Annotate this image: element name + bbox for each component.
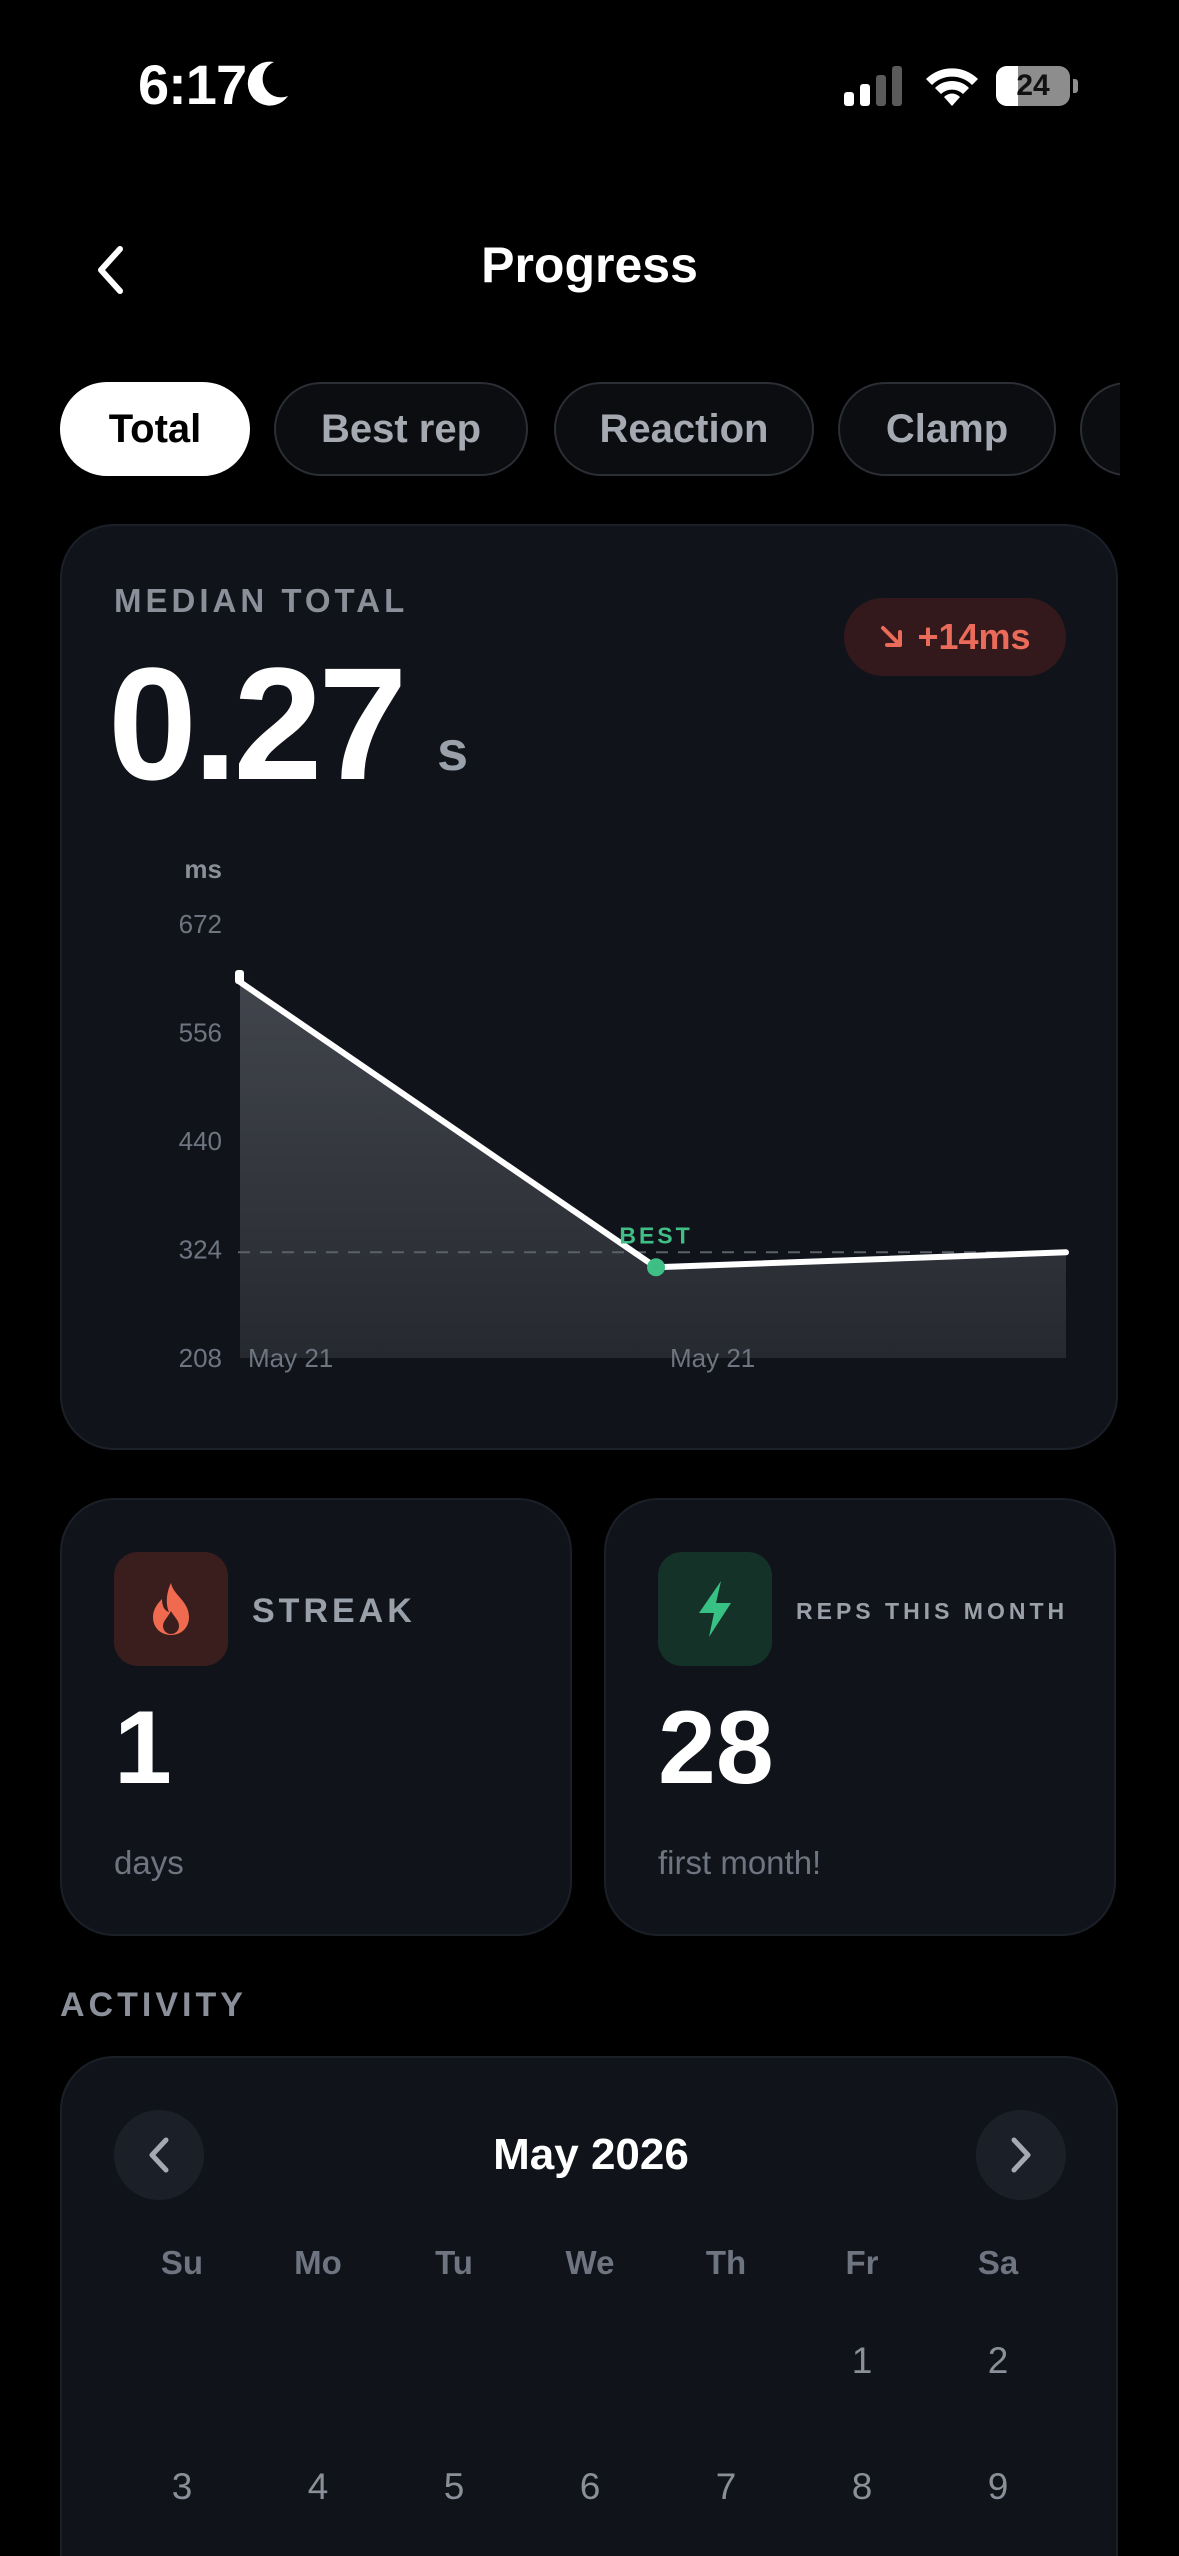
reps-sub: first month!: [658, 1844, 822, 1881]
y-tick-label: 672: [179, 909, 222, 939]
reps-card: REPS THIS MONTH 28 first month!: [604, 1498, 1116, 1936]
calendar-day[interactable]: 9: [930, 2424, 1066, 2550]
weekday-label: Su: [160, 2244, 204, 2281]
calendar-day[interactable]: 7: [658, 2424, 794, 2550]
y-axis-unit: ms: [184, 854, 222, 884]
status-bar: 6:17 24: [0, 0, 1179, 170]
calendar-empty-cell: [114, 2298, 250, 2424]
tab-more[interactable]: [1080, 382, 1120, 476]
calendar-empty-cell: [250, 2298, 386, 2424]
battery-level: 24: [1016, 69, 1050, 102]
next-month-button[interactable]: [976, 2110, 1066, 2200]
moon-icon: [247, 61, 288, 106]
streak-card: STREAK 1 days: [60, 1498, 572, 1936]
y-tick-label: 324: [179, 1235, 222, 1265]
start-point: [235, 969, 244, 984]
calendar-day[interactable]: 8: [794, 2424, 930, 2550]
tab-clamp[interactable]: Clamp: [838, 382, 1056, 476]
weekday-label: Mo: [294, 2244, 342, 2281]
weekday-label: We: [565, 2244, 615, 2281]
best-point: [647, 1258, 665, 1277]
wifi-icon: [926, 68, 978, 106]
calendar-month: May 2026: [493, 2130, 689, 2179]
streak-title: STREAK: [252, 1592, 416, 1630]
y-tick-label: 440: [179, 1126, 222, 1156]
status-time: 6:17: [138, 53, 247, 116]
calendar-empty-cell: [658, 2298, 794, 2424]
tab-reaction[interactable]: Reaction: [554, 382, 814, 476]
x-tick-label: May 21: [248, 1343, 333, 1373]
y-tick-label: 208: [179, 1343, 222, 1373]
weekday-label: Th: [705, 2244, 747, 2281]
activity-calendar: May 2026 Su Mo Tu We Th Fr Sa 1 2 3 4 5 6 7 8 9: [60, 2056, 1118, 2556]
metric-tabs: Total Best rep Reaction Clamp: [60, 382, 1120, 476]
progress-chart: ms 672 556 440 324 208 BEST May 21 May 21: [179, 854, 1069, 1373]
calendar-day[interactable]: 2: [930, 2298, 1066, 2424]
calendar-day[interactable]: 3: [114, 2424, 250, 2550]
battery-icon: 24: [996, 66, 1078, 106]
weekday-label: Tu: [435, 2244, 473, 2281]
best-label: BEST: [619, 1222, 692, 1248]
calendar-grid: Su Mo Tu We Th Fr Sa 1 2 3 4 5 6 7 8 9: [114, 2228, 1066, 2550]
median-total-card: MEDIAN TOTAL 0.27 s +14ms ms 672 556 440 32…: [60, 524, 1118, 1450]
streak-value: 1: [114, 1690, 172, 1806]
flame-icon: [153, 1583, 189, 1635]
reps-title: REPS THIS MONTH: [796, 1598, 1069, 1624]
cellular-signal-icon: [844, 66, 902, 106]
weekday-row: Su Mo Tu We Th Fr Sa: [114, 2228, 1066, 2298]
calendar-empty-cell: [386, 2298, 522, 2424]
x-tick-label: May 21: [670, 1343, 755, 1373]
y-tick-label: 556: [179, 1018, 222, 1048]
calendar-empty-cell: [522, 2298, 658, 2424]
activity-heading: ACTIVITY: [60, 1986, 247, 2024]
calendar-week: 12: [114, 2298, 1066, 2424]
calendar-day[interactable]: 6: [522, 2424, 658, 2550]
flame-icon-tile: [114, 1552, 228, 1666]
weekday-label: Fr: [845, 2244, 879, 2281]
streak-unit: days: [114, 1844, 184, 1881]
reps-value: 28: [658, 1690, 774, 1806]
tab-total[interactable]: Total: [60, 382, 250, 476]
calendar-day[interactable]: 1: [794, 2298, 930, 2424]
weekday-label: Sa: [977, 2244, 1019, 2281]
chevron-right-icon: [1011, 2137, 1031, 2173]
page-title: Progress: [481, 237, 698, 293]
bolt-icon-tile: [658, 1552, 772, 1666]
tab-best-rep[interactable]: Best rep: [274, 382, 528, 476]
area-fill: [240, 981, 1066, 1358]
calendar-day[interactable]: 5: [386, 2424, 522, 2550]
calendar-day[interactable]: 4: [250, 2424, 386, 2550]
bolt-icon: [699, 1581, 731, 1637]
calendar-week: 3456789: [114, 2424, 1066, 2550]
